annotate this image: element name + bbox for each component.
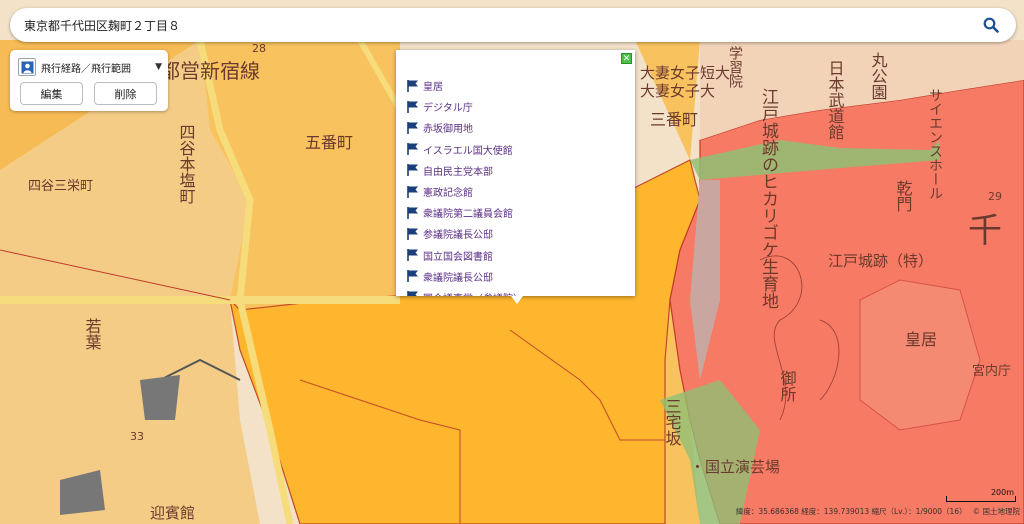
poi-label: 皇居 bbox=[423, 82, 443, 94]
label-otsuma2: 大妻女子大 bbox=[640, 82, 715, 100]
label-miyakezaka: 三宅坂 bbox=[663, 398, 682, 446]
label-mark-29: 29 bbox=[988, 190, 1002, 203]
flag-icon bbox=[407, 143, 418, 156]
poi-item[interactable]: 自由民主党本部 bbox=[406, 160, 621, 181]
coordinate-readout: 緯度：35.686368 経度：139.739013 縮尺（Lv.）：1/900… bbox=[735, 507, 967, 516]
poi-label: 衆議院第二議員会館 bbox=[423, 209, 513, 221]
label-geihinkan: 迎賓館 bbox=[150, 504, 195, 522]
label-wakaba: 若葉 bbox=[83, 318, 102, 350]
label-budokan: 日本武道館 bbox=[826, 60, 845, 140]
flag-icon bbox=[407, 291, 418, 296]
label-kunaicho: 宮内庁 bbox=[972, 363, 1011, 379]
scale-line bbox=[946, 496, 1016, 502]
flag-icon bbox=[407, 249, 418, 262]
poi-label: 国会議事堂（参議院） bbox=[423, 290, 523, 296]
station bbox=[140, 375, 180, 420]
flight-route-title: 飛行経路／飛行範囲 bbox=[41, 63, 131, 75]
poi-item[interactable]: 皇居 bbox=[406, 75, 621, 96]
flag-icon bbox=[407, 100, 418, 113]
label-chi: 千 bbox=[968, 211, 1002, 251]
poi-label: 衆議院議長公邸 bbox=[423, 272, 493, 284]
status-bar: 緯度：35.686368 経度：139.739013 縮尺（Lv.）：1/900… bbox=[720, 504, 1020, 519]
palace-grounds bbox=[859, 279, 981, 431]
poi-label: 国立国会図書館 bbox=[423, 251, 493, 263]
flag-icon bbox=[407, 185, 418, 198]
edit-button[interactable]: 編集 bbox=[20, 82, 83, 105]
flight-route-panel: 飛行経路／飛行範囲 ▼ 編集 削除 bbox=[10, 50, 168, 111]
address-text[interactable]: 東京都千代田区麹町２丁目８ bbox=[24, 17, 980, 34]
flag-icon bbox=[407, 270, 418, 283]
address-search-bar[interactable]: 東京都千代田区麹町２丁目８ bbox=[10, 8, 1016, 42]
route-icon bbox=[18, 58, 36, 76]
poi-label: 自由民主党本部 bbox=[423, 166, 493, 178]
poi-label: デジタル庁 bbox=[423, 103, 473, 115]
label-gosho: 御所 bbox=[778, 370, 797, 402]
label-mark-28: 28 bbox=[252, 42, 266, 55]
poi-label: 赤坂御用地 bbox=[423, 124, 473, 136]
label-inui-gate: 乾門 bbox=[894, 180, 913, 213]
label-yotsuya-sankei: 四谷三栄町 bbox=[28, 179, 93, 194]
poi-label: イスラエル国大使館 bbox=[423, 145, 513, 157]
poi-item[interactable]: 衆議院第二議員会館 bbox=[406, 202, 621, 223]
poi-item[interactable]: 国会議事堂（参議院） bbox=[406, 287, 621, 296]
label-kokuritsu: ・国立演芸場 bbox=[690, 458, 780, 476]
attribution: © 国土地理院 bbox=[972, 507, 1020, 516]
poi-label: 憲政記念館 bbox=[423, 188, 473, 200]
label-kokyo: 皇居 bbox=[905, 330, 937, 349]
label-edojo-hikari: 江戸城跡のヒカリゴケ生育地 bbox=[758, 88, 779, 309]
delete-button[interactable]: 削除 bbox=[94, 82, 157, 105]
flag-icon bbox=[407, 79, 418, 92]
flag-icon bbox=[407, 121, 418, 134]
label-gakushuin: 学習院 bbox=[727, 46, 743, 89]
poi-item[interactable]: 衆議院議長公邸 bbox=[406, 266, 621, 287]
poi-item[interactable]: イスラエル国大使館 bbox=[406, 139, 621, 160]
poi-label: 参議院議長公邸 bbox=[423, 230, 493, 242]
label-otsuma: 大妻女子短大 bbox=[640, 64, 730, 82]
flag-icon bbox=[407, 164, 418, 177]
label-mark-33: 33 bbox=[130, 430, 144, 443]
poi-item[interactable]: 憲政記念館 bbox=[406, 181, 621, 202]
flag-icon bbox=[407, 227, 418, 240]
poi-item[interactable]: 赤坂御用地 bbox=[406, 117, 621, 138]
scale-bar: 200m bbox=[946, 488, 1016, 502]
close-icon[interactable]: ✕ bbox=[621, 53, 632, 64]
label-sanban: 三番町 bbox=[650, 110, 698, 129]
label-science-hall: サイエンスホール bbox=[927, 88, 943, 200]
flag-icon bbox=[407, 206, 418, 219]
search-icon[interactable] bbox=[980, 14, 1002, 36]
poi-list: 皇居デジタル庁赤坂御用地イスラエル国大使館 自由民主党本部 憲政記念館衆議院第二議員… bbox=[406, 75, 621, 296]
poi-item[interactable]: デジタル庁 bbox=[406, 96, 621, 117]
label-maru: 丸公園 bbox=[869, 52, 888, 100]
label-shinjuku-line: 都営新宿線 bbox=[160, 59, 260, 83]
label-yotsuya-honshio: 四谷本塩町 bbox=[177, 124, 196, 204]
popup-pointer bbox=[511, 296, 523, 304]
poi-item[interactable]: 参議院議長公邸 bbox=[406, 223, 621, 244]
flight-route-dropdown[interactable]: 飛行経路／飛行範囲 ▼ bbox=[18, 57, 162, 77]
poi-item[interactable]: 国立国会図書館 bbox=[406, 245, 621, 266]
caret-down-icon[interactable]: ▼ bbox=[155, 62, 162, 72]
label-goban: 五番町 bbox=[305, 133, 353, 152]
label-edojo: 江戸城跡（特） bbox=[828, 252, 933, 270]
poi-popup: ✕ 皇居デジタル庁赤坂御用地イスラエル国大使館 自由民主党本部 憲政記念館衆議院第二… bbox=[396, 50, 635, 304]
